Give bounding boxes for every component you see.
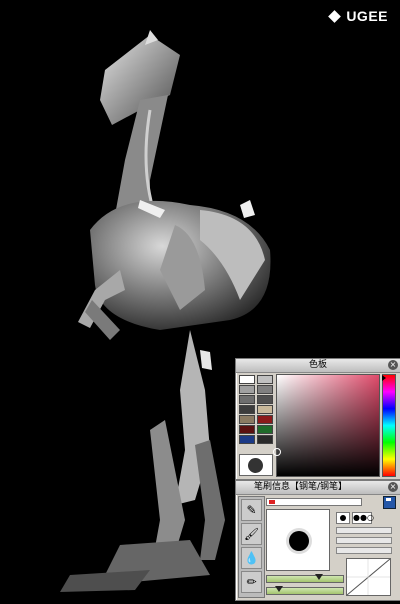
color-swatch[interactable] [239, 405, 255, 414]
brush-tool-icon[interactable]: 🖌 [241, 523, 262, 545]
opacity-slider-thumb[interactable] [315, 574, 323, 580]
color-swatch[interactable] [256, 395, 273, 404]
logo-text: UGEE [346, 8, 388, 24]
current-color-dot [248, 458, 263, 473]
brush-panel-titlebar[interactable]: 笔刷信息【钢笔/钢笔】 × [236, 481, 400, 495]
color-swatch[interactable] [256, 385, 273, 394]
pressure-curve-graph [346, 558, 391, 596]
color-swatch[interactable] [239, 415, 255, 424]
brush-param-row[interactable] [336, 537, 392, 544]
dropper-tool-icon[interactable]: 💧 [241, 547, 262, 569]
color-swatch[interactable] [256, 415, 273, 424]
current-color-well[interactable] [239, 454, 273, 476]
hue-slider[interactable] [382, 374, 396, 477]
color-swatch[interactable] [239, 375, 255, 384]
hue-marker[interactable] [382, 375, 386, 381]
color-swatch[interactable] [256, 375, 273, 384]
color-swatch[interactable] [239, 435, 255, 444]
logo-diamond-icon [328, 9, 342, 23]
marker-tool-icon[interactable]: ✏ [241, 571, 262, 593]
brush-param-row[interactable] [336, 547, 392, 554]
color-swatches [239, 375, 273, 444]
flow-slider-thumb[interactable] [275, 586, 283, 592]
brush-mode-dots[interactable]: ●●○ [352, 512, 374, 524]
color-panel-titlebar[interactable]: 色板 × [236, 359, 400, 373]
color-palette-panel: 色板 × [235, 358, 400, 480]
brush-param-row[interactable] [336, 527, 392, 534]
opacity-slider[interactable] [266, 574, 344, 583]
pressure-curve[interactable] [346, 558, 391, 596]
close-icon[interactable]: × [388, 360, 398, 370]
brush-info-panel: 笔刷信息【钢笔/钢笔】 × ✎ 🖌 💧 ✏ ●●○ [235, 480, 400, 601]
close-icon[interactable]: × [388, 482, 398, 492]
tool-strip: ✎ 🖌 💧 ✏ [238, 496, 265, 598]
pen-tool-icon[interactable]: ✎ [241, 499, 262, 521]
brush-size-fill [269, 500, 275, 504]
color-swatch[interactable] [256, 435, 273, 444]
save-icon[interactable] [383, 496, 396, 509]
sv-marker[interactable] [273, 448, 281, 456]
color-swatch[interactable] [239, 385, 255, 394]
brush-panel-title: 笔刷信息【钢笔/钢笔】 [254, 482, 348, 492]
color-swatch[interactable] [239, 425, 255, 434]
saturation-value-picker[interactable] [273, 374, 380, 477]
brush-shape-button[interactable] [336, 512, 350, 524]
flow-slider[interactable] [266, 586, 344, 595]
color-swatch[interactable] [256, 425, 273, 434]
color-swatch[interactable] [239, 395, 255, 404]
brush-preview [266, 509, 330, 571]
color-swatch[interactable] [256, 405, 273, 414]
brand-logo: UGEE [328, 8, 388, 24]
brush-preview-dot [289, 531, 309, 551]
brush-size-slider[interactable] [266, 498, 362, 506]
color-panel-title: 色板 [308, 360, 327, 370]
